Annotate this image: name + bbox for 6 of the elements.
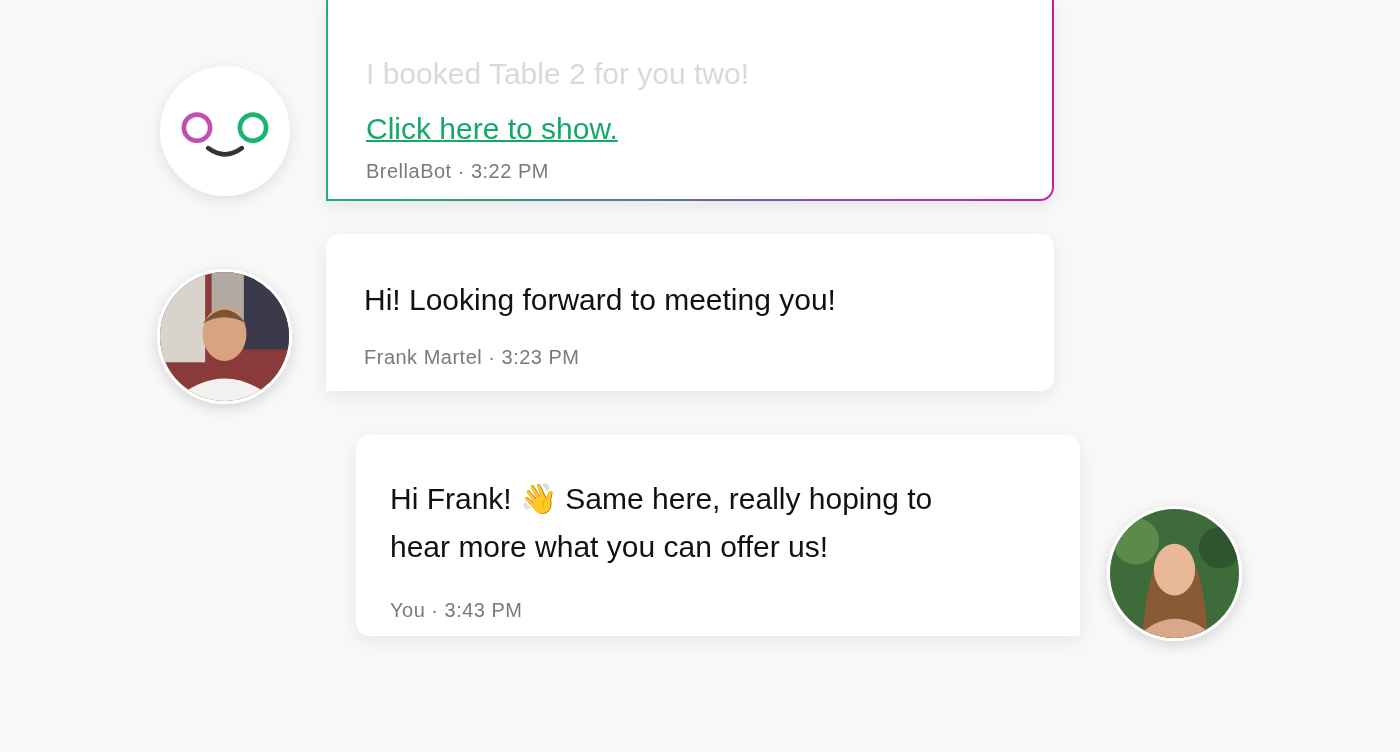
message-meta: BrellaBot · 3:22 PM — [366, 160, 550, 183]
message-meta: Frank Martel · 3:23 PM — [364, 346, 581, 369]
message-meta: You · 3:43 PM — [390, 599, 524, 622]
message-text: Hi Frank! 👋 Same here, really hoping to hear more what you can offer us! — [390, 481, 934, 565]
message-text: Hi! Looking forward to meeting you! — [364, 282, 837, 318]
show-link[interactable]: Click here to show. — [366, 112, 618, 146]
